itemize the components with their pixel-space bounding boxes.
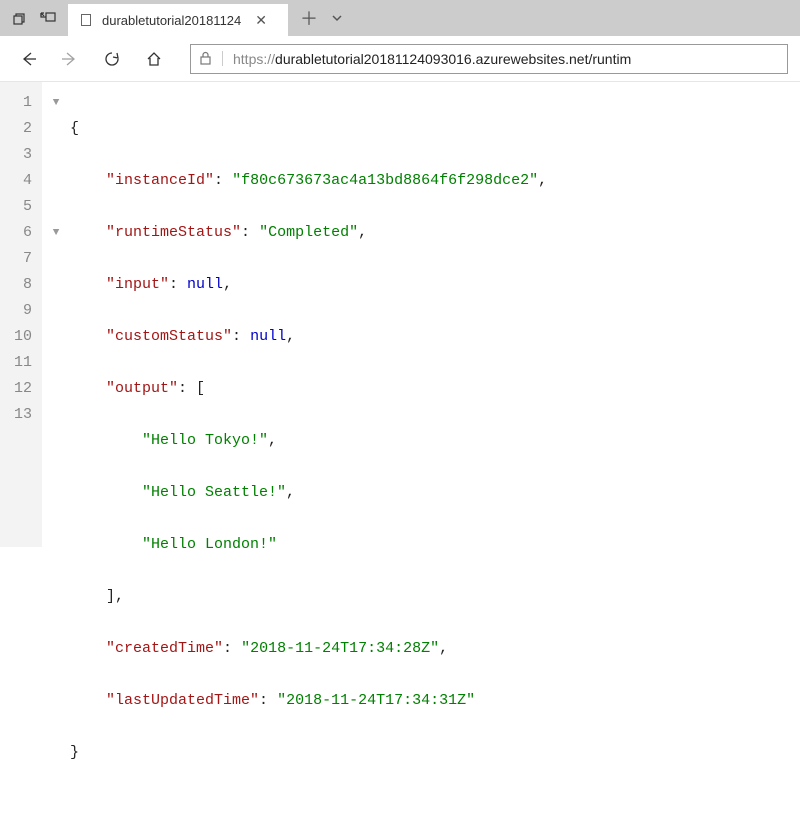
line-number-gutter: 1 2 3 4 5 6 7 8 9 10 11 12 13 [0, 82, 42, 547]
tab-strip: durabletutorial20181124 ✕ ＋ [0, 0, 800, 36]
line-number: 5 [0, 194, 32, 220]
fold-toggle-icon[interactable]: ▼ [42, 90, 70, 116]
line-number: 3 [0, 142, 32, 168]
line-number: 7 [0, 246, 32, 272]
json-viewer: 1 2 3 4 5 6 7 8 9 10 11 12 13 ▼ ▼ { "ins… [0, 82, 800, 547]
line-number: 4 [0, 168, 32, 194]
window-controls [0, 0, 68, 36]
fold-gutter: ▼ ▼ [42, 82, 70, 547]
line-number: 6 [0, 220, 32, 246]
code-line: "output": [ [70, 376, 547, 402]
line-number: 10 [0, 324, 32, 350]
code-line: "input": null, [70, 272, 547, 298]
line-number: 2 [0, 116, 32, 142]
code-line: "customStatus": null, [70, 324, 547, 350]
refresh-button[interactable] [96, 43, 128, 75]
address-bar[interactable]: https://durabletutorial20181124093016.az… [190, 44, 788, 74]
line-number: 8 [0, 272, 32, 298]
tab-title: durabletutorial20181124 [102, 13, 241, 28]
nav-bar: https://durabletutorial20181124093016.az… [0, 36, 800, 82]
code-line: "Hello Tokyo!", [70, 428, 547, 454]
window-control-1[interactable] [6, 5, 34, 31]
home-button[interactable] [138, 43, 170, 75]
window-control-2[interactable] [34, 5, 62, 31]
code-line: "instanceId": "f80c673673ac4a13bd8864f6f… [70, 168, 547, 194]
line-number: 13 [0, 402, 32, 428]
line-number: 9 [0, 298, 32, 324]
line-number: 12 [0, 376, 32, 402]
lock-icon [199, 51, 223, 66]
url-text: https://durabletutorial20181124093016.az… [233, 51, 631, 67]
blank-page-icon [78, 12, 94, 28]
close-tab-icon[interactable]: ✕ [255, 12, 267, 29]
code-line: "runtimeStatus": "Completed", [70, 220, 547, 246]
code-area[interactable]: { "instanceId": "f80c673673ac4a13bd8864f… [70, 82, 547, 547]
code-line: "createdTime": "2018-11-24T17:34:28Z", [70, 636, 547, 662]
code-line: "lastUpdatedTime": "2018-11-24T17:34:31Z… [70, 688, 547, 714]
browser-tab-active[interactable]: durabletutorial20181124 ✕ [68, 2, 288, 36]
code-line: "Hello Seattle!", [70, 480, 547, 506]
line-number: 11 [0, 350, 32, 376]
back-button[interactable] [12, 43, 44, 75]
code-line: { [70, 116, 547, 142]
fold-toggle-icon[interactable]: ▼ [42, 220, 70, 246]
code-line: } [70, 740, 547, 766]
forward-button[interactable] [54, 43, 86, 75]
code-line: ], [70, 584, 547, 610]
tabs-dropdown-icon[interactable] [330, 11, 344, 25]
code-line: "Hello London!" [70, 532, 547, 558]
new-tab-button[interactable]: ＋ [300, 5, 318, 31]
line-number: 1 [0, 90, 32, 116]
tab-bar-controls: ＋ [288, 0, 356, 36]
